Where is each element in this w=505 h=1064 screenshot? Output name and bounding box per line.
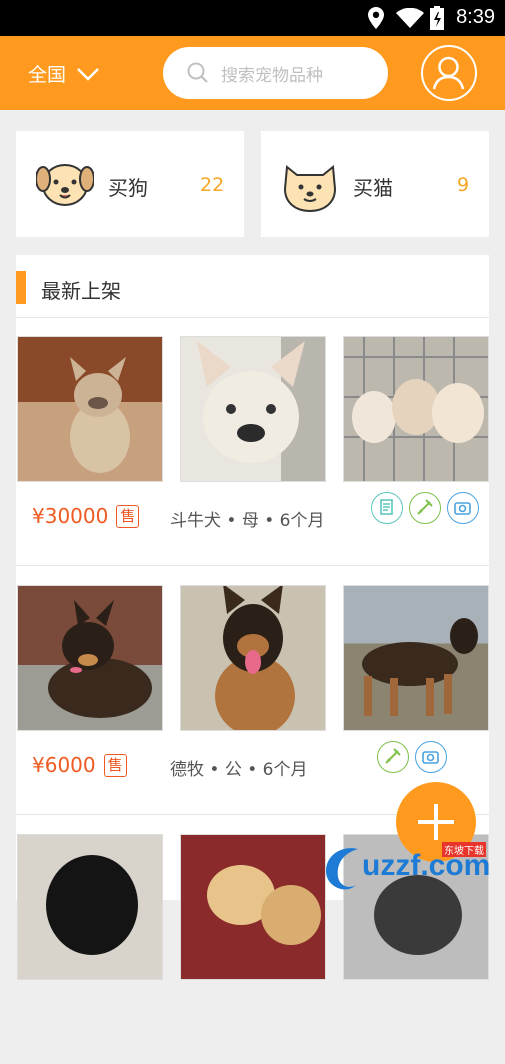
category-count: 22 [200,174,225,196]
pet-photo[interactable] [343,336,489,482]
price-value: ¥30000 [32,504,109,528]
status-time: 8:39 [456,6,495,28]
search-placeholder: 搜索宠物品种 [221,65,323,86]
listing-price: ¥30000 售 [32,504,140,528]
vaccine-icon [409,492,441,524]
category-label: 买狗 [108,176,148,200]
user-icon [432,56,465,90]
listing-badges [371,741,447,773]
category-card-cat[interactable]: 买猫 9 [261,131,489,237]
listing-card[interactable]: ¥6000 售 德牧 • 公 • 6个月 [16,567,489,815]
pet-photo[interactable] [180,834,326,980]
category-count: 9 [457,174,470,196]
pet-photo[interactable] [17,336,163,482]
pet-photo[interactable] [343,585,489,731]
pet-photo[interactable] [17,585,163,731]
sale-tag: 售 [103,753,127,777]
sale-tag: 售 [116,504,140,528]
watermark-swoosh-icon [326,848,358,890]
price-value: ¥6000 [32,753,96,777]
watermark-logo: uzzf.com 东坡下载 [322,838,502,894]
dog-face-icon [36,164,94,206]
cat-face-icon [283,165,337,213]
vaccine-icon [377,741,409,773]
status-bar: 8:39 [0,0,505,36]
region-selector[interactable]: 全国 [28,60,100,87]
section-title: 最新上架 [41,279,121,303]
listing-description: 斗牛犬 • 母 • 6个月 [170,511,325,531]
pet-photo[interactable] [180,585,326,731]
camera-icon [415,741,447,773]
listing-card[interactable]: ¥30000 售 斗牛犬 • 母 • 6个月 [16,318,489,566]
section-header: 最新上架 [16,255,489,318]
pet-photo[interactable] [17,834,163,980]
user-avatar-button[interactable] [421,45,477,101]
wifi-icon [396,8,424,28]
chevron-down-icon [77,67,99,81]
listing-price: ¥6000 售 [32,753,127,777]
camera-icon [447,492,479,524]
category-label: 买猫 [353,176,393,200]
battery-icon [430,6,444,30]
region-label: 全国 [28,64,67,86]
section-accent-bar [16,271,26,304]
pet-photo[interactable] [180,336,326,482]
search-icon [187,62,208,83]
listing-badges [365,492,479,524]
listing-description: 德牧 • 公 • 6个月 [170,760,308,780]
watermark-tagline: 东坡下载 [442,842,486,857]
search-input[interactable]: 搜索宠物品种 [163,47,388,99]
document-icon [371,492,403,524]
app-header: 全国 搜索宠物品种 [0,36,505,110]
category-card-dog[interactable]: 买狗 22 [16,131,244,237]
location-icon [368,7,384,29]
